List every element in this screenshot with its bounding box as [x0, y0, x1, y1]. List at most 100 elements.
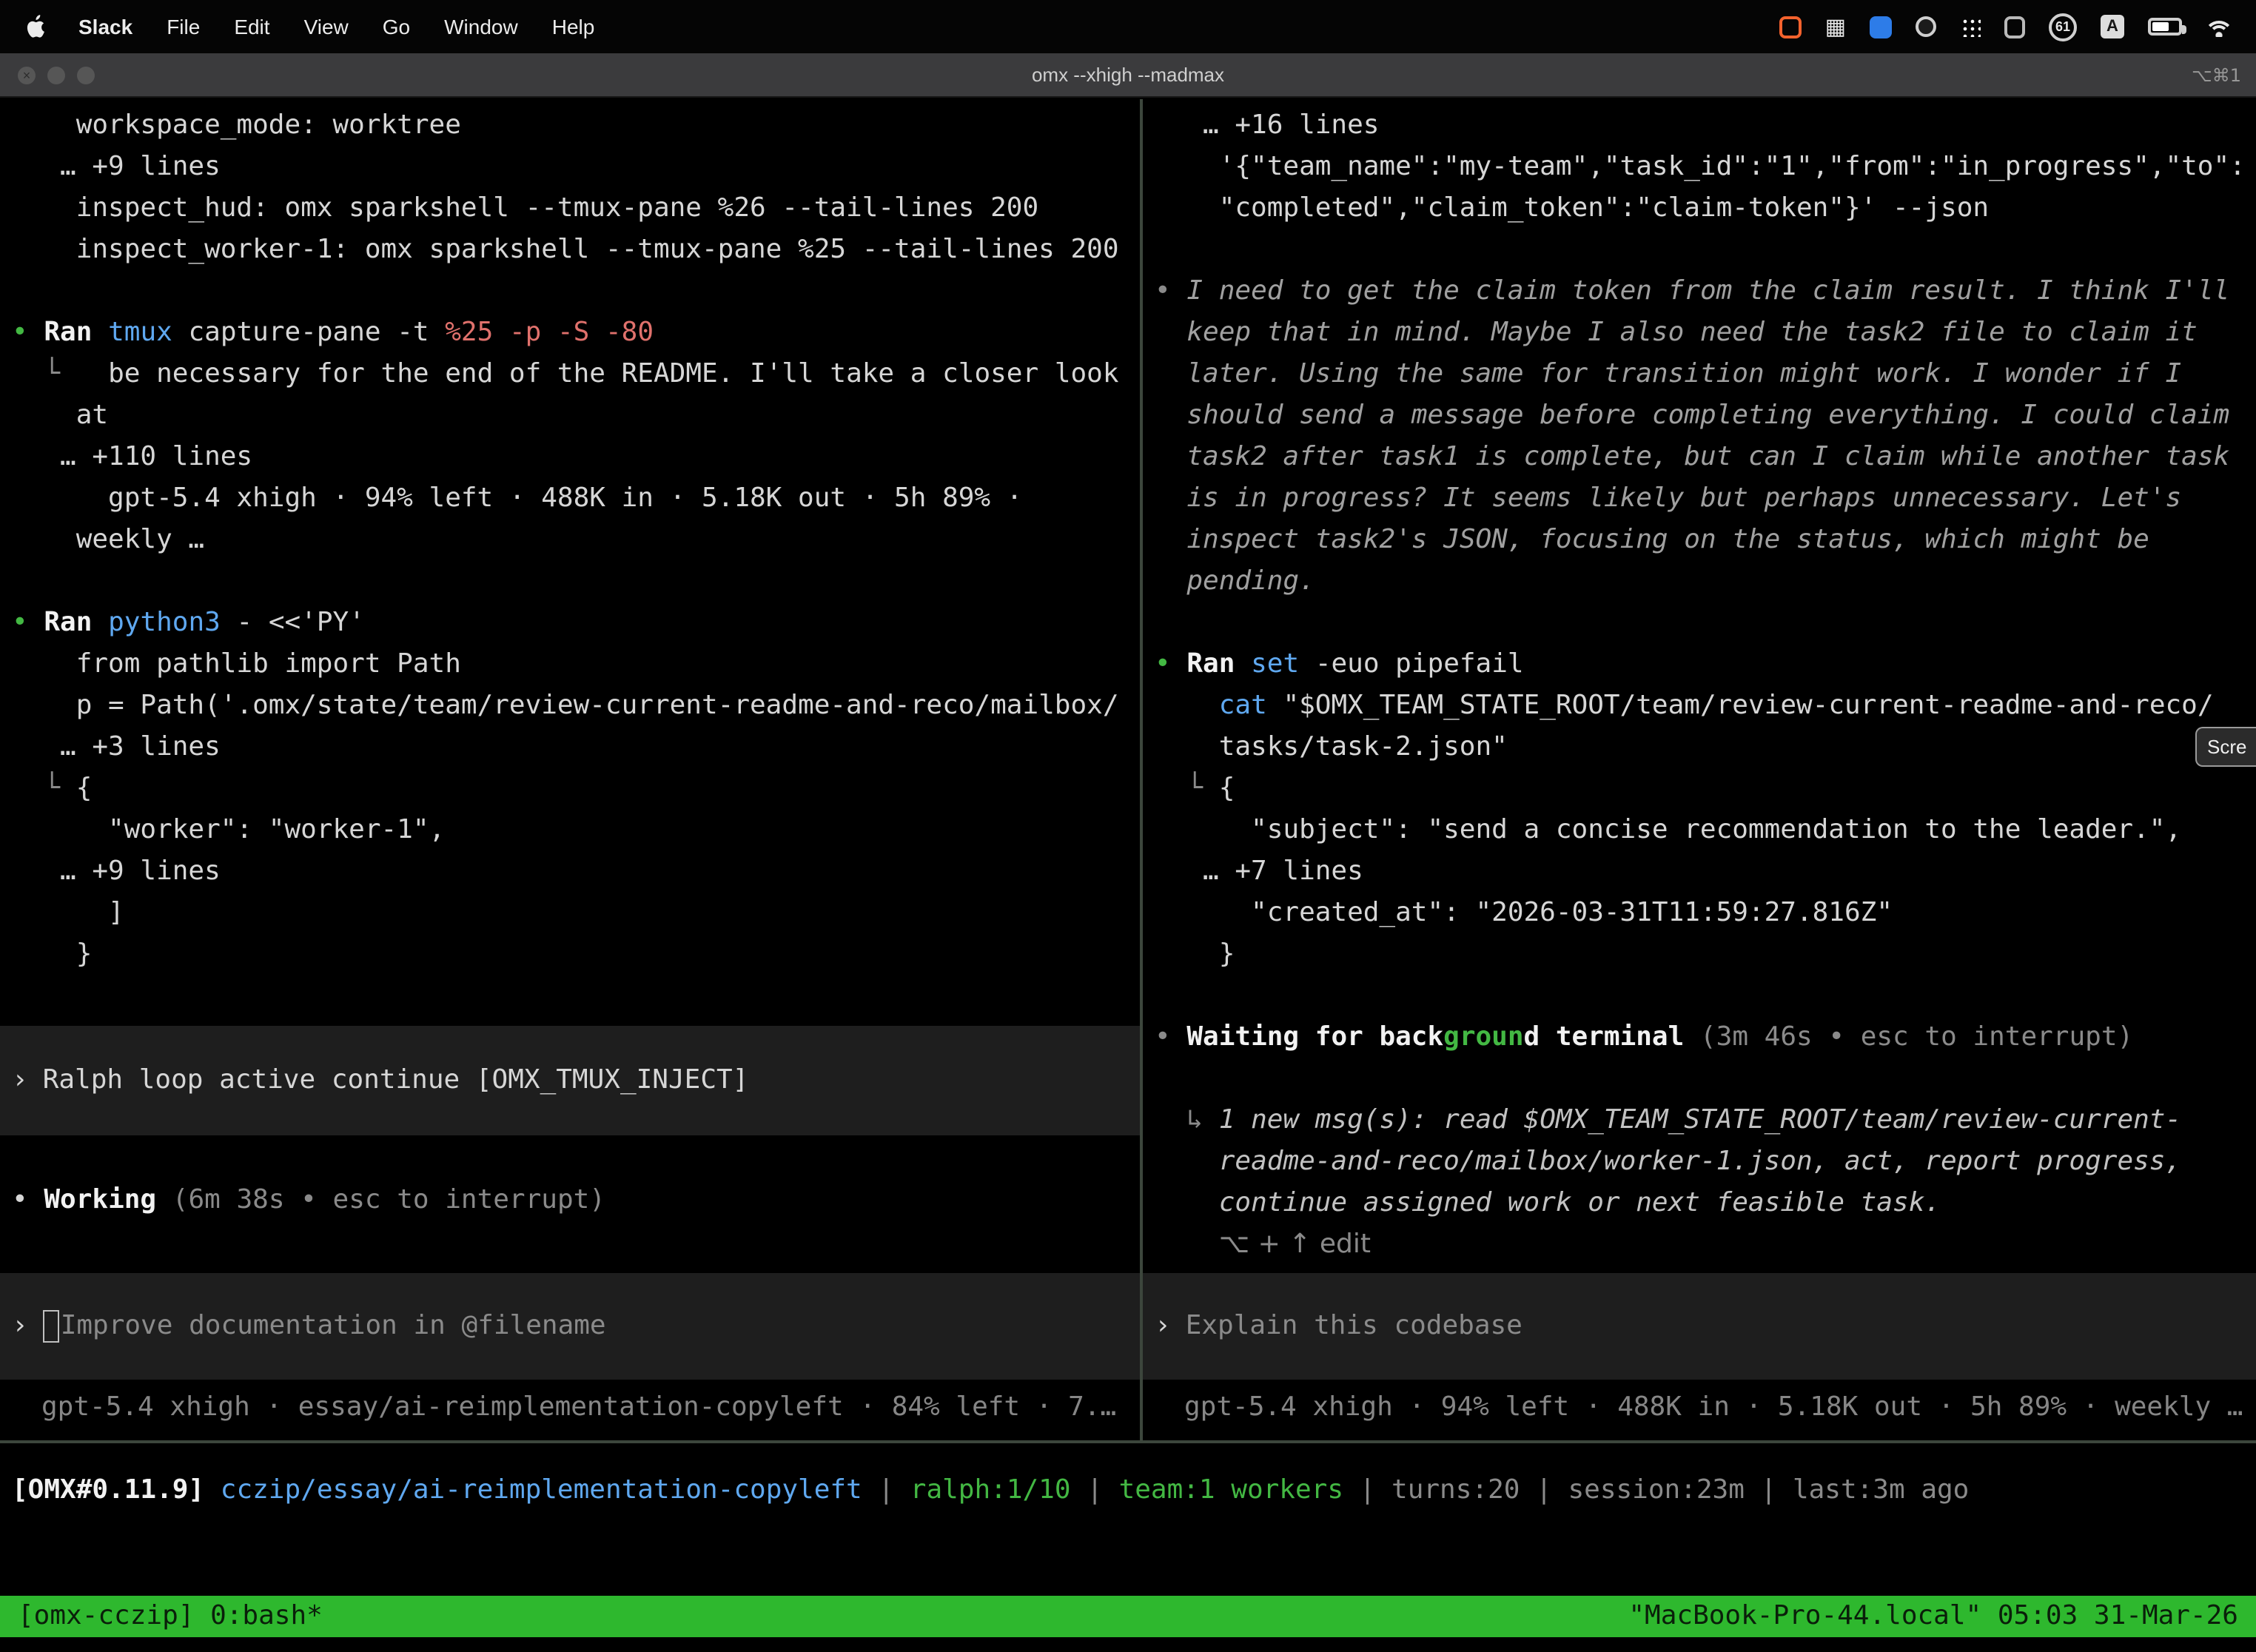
terminal-line: }: [12, 934, 1140, 976]
terminal-line: └ {: [1155, 768, 2256, 810]
menu-file[interactable]: File: [167, 15, 200, 38]
terminal-line: … +7 lines: [1155, 851, 2256, 893]
tmux-pane-left[interactable]: workspace_mode: worktree … +9 lines insp…: [0, 99, 1140, 1440]
terminal-line: [1155, 602, 2256, 644]
terminal-line: from pathlib import Path: [12, 644, 1140, 685]
close-button[interactable]: [18, 66, 36, 84]
tmux-session-info[interactable]: [omx-cczip] 0:bash*: [18, 1596, 323, 1637]
terminal-line: ]: [12, 893, 1140, 934]
menu-help[interactable]: Help: [552, 15, 595, 38]
terminal-line: • Ran python3 - <<'PY': [12, 602, 1140, 644]
terminal-line: tasks/task-2.json": [1155, 727, 2256, 768]
menu-items: File Edit View Go Window Help: [167, 15, 594, 38]
terminal-line: }: [1155, 934, 2256, 976]
grid-icon[interactable]: ▦: [1825, 12, 1846, 41]
terminal-line: [12, 271, 1140, 312]
window-controls: [18, 53, 95, 96]
terminal-line: p = Path('.omx/state/team/review-current…: [12, 685, 1140, 727]
apple-menu-icon[interactable]: [24, 13, 46, 40]
composer-input-right[interactable]: › Explain this codebase: [1143, 1273, 2256, 1380]
tmux-pane-right[interactable]: … +16 lines '{"team_name":"my-team","tas…: [1143, 99, 2256, 1440]
terminal-line: … +9 lines: [12, 851, 1140, 893]
terminal-line: "subject": "send a concise recommendatio…: [1155, 810, 2256, 851]
terminal-line: inspect_hud: omx sparkshell --tmux-pane …: [12, 188, 1140, 229]
terminal-line: ⌥ + ↑ edit: [1155, 1224, 2256, 1266]
battery-icon[interactable]: [2148, 18, 2182, 36]
tmux-status-bar: [omx-cczip] 0:bash* "MacBook-Pro-44.loca…: [0, 1596, 2256, 1637]
composer-placeholder: Explain this codebase: [1186, 1306, 1523, 1347]
menu-view[interactable]: View: [304, 15, 349, 38]
tmux-host-clock: "MacBook-Pro-44.local" 05:03 31-Mar-26: [1628, 1596, 2238, 1637]
menu-bar-status-icons: ▦ 61 A: [1779, 12, 2232, 41]
terminal-line: • I need to get the claim token from the…: [1155, 271, 2256, 312]
terminal-line: … +9 lines: [12, 147, 1140, 188]
menu-bar: Slack File Edit View Go Window Help ▦ 61 A: [0, 0, 2256, 53]
terminal-line: readme-and-reco/mailbox/worker-1.json, a…: [1155, 1141, 2256, 1183]
terminal-line: at: [12, 395, 1140, 437]
screenshot-tooltip: Scre: [2195, 727, 2256, 767]
screen-recording-indicator-icon[interactable]: [1779, 16, 1802, 38]
terminal-line: └ be necessary for the end of the README…: [12, 354, 1140, 395]
terminal-line: "completed","claim_token":"claim-token"}…: [1155, 188, 2256, 229]
terminal-output-right: … +16 lines '{"team_name":"my-team","tas…: [1155, 105, 2256, 1266]
zoom-button[interactable]: [77, 66, 95, 84]
omx-status-line: [OMX#0.11.9] cczip/essay/ai-reimplementa…: [12, 1470, 1969, 1511]
composer-prompt-icon: ›: [1155, 1306, 1171, 1347]
composer-prompt-icon: ›: [12, 1306, 28, 1347]
queued-message-box[interactable]: › Ralph loop active continue [OMX_TMUX_IN…: [0, 1026, 1140, 1135]
pane-status-right: gpt-5.4 xhigh · 94% left · 488K in · 5.1…: [1184, 1387, 2243, 1428]
menu-window[interactable]: Window: [444, 15, 518, 38]
blue-app-icon[interactable]: [1870, 16, 1892, 38]
menu-go[interactable]: Go: [383, 15, 410, 38]
terminal-line: … +16 lines: [1155, 105, 2256, 147]
terminal-line: pending.: [1155, 561, 2256, 602]
queued-prompt-icon: ›: [12, 1060, 28, 1101]
terminal-line: weekly …: [12, 520, 1140, 561]
terminal-line: [1155, 229, 2256, 271]
window-title: omx --xhigh --madmax: [1032, 64, 1224, 86]
composer-input-left[interactable]: › Improve documentation in @filename: [0, 1273, 1140, 1380]
terminal: workspace_mode: worktree … +9 lines insp…: [0, 99, 2256, 1652]
terminal-line: '{"team_name":"my-team","task_id":"1","f…: [1155, 147, 2256, 188]
terminal-line: task2 after task1 is complete, but can I…: [1155, 437, 2256, 478]
terminal-line: workspace_mode: worktree: [12, 105, 1140, 147]
desktop: Slack File Edit View Go Window Help ▦ 61 A omx …: [0, 0, 2256, 1652]
battery-percent-icon[interactable]: 61: [2049, 13, 2077, 41]
pane-bottom-border: [0, 1440, 2256, 1443]
window-shortcut-hint: ⌥⌘1: [2192, 64, 2241, 85]
terminal-line: • Ran tmux capture-pane -t %25 -p -S -80: [12, 312, 1140, 354]
terminal-line: … +3 lines: [12, 727, 1140, 768]
terminal-line: "worker": "worker-1",: [12, 810, 1140, 851]
terminal-line: [1155, 976, 2256, 1017]
terminal-line: later. Using the same for transition mig…: [1155, 354, 2256, 395]
working-status: • Working (6m 38s • esc to interrupt): [12, 1180, 605, 1221]
minimize-button[interactable]: [47, 66, 65, 84]
circle-app-icon[interactable]: [1916, 16, 1936, 37]
menu-edit[interactable]: Edit: [234, 15, 269, 38]
input-source-icon[interactable]: A: [2101, 15, 2124, 38]
dots-grid-icon[interactable]: [1960, 16, 1981, 37]
terminal-line: should send a message before completing …: [1155, 395, 2256, 437]
queued-message-text: Ralph loop active continue [OMX_TMUX_INJ…: [43, 1060, 749, 1101]
wifi-icon[interactable]: [2206, 16, 2232, 37]
terminal-line: [1155, 1058, 2256, 1100]
terminal-line: inspect task2's JSON, focusing on the st…: [1155, 520, 2256, 561]
composer-placeholder: Improve documentation in @filename: [61, 1306, 606, 1347]
terminal-line: • Ran set -euo pipefail: [1155, 644, 2256, 685]
terminal-line: inspect_worker-1: omx sparkshell --tmux-…: [12, 229, 1140, 271]
terminal-line: [12, 561, 1140, 602]
terminal-line: "created_at": "2026-03-31T11:59:27.816Z": [1155, 893, 2256, 934]
terminal-line: … +110 lines: [12, 437, 1140, 478]
pane-status-left: gpt-5.4 xhigh · essay/ai-reimplementatio…: [41, 1387, 1116, 1428]
terminal-line: ↳ 1 new msg(s): read $OMX_TEAM_STATE_ROO…: [1155, 1100, 2256, 1141]
terminal-line: cat "$OMX_TEAM_STATE_ROOT/team/review-cu…: [1155, 685, 2256, 727]
terminal-line: gpt-5.4 xhigh · 94% left · 488K in · 5.1…: [12, 478, 1140, 520]
window-title-bar[interactable]: omx --xhigh --madmax ⌥⌘1: [0, 53, 2256, 98]
text-cursor: [43, 1310, 59, 1343]
terminal-line: is in progress? It seems likely but perh…: [1155, 478, 2256, 520]
terminal-line: keep that in mind. Maybe I also need the…: [1155, 312, 2256, 354]
menu-extra-icon[interactable]: [2004, 16, 2025, 38]
terminal-output-left: workspace_mode: worktree … +9 lines insp…: [12, 105, 1140, 976]
app-menu-slack[interactable]: Slack: [78, 15, 132, 38]
terminal-line: • Waiting for background terminal (3m 46…: [1155, 1017, 2256, 1058]
